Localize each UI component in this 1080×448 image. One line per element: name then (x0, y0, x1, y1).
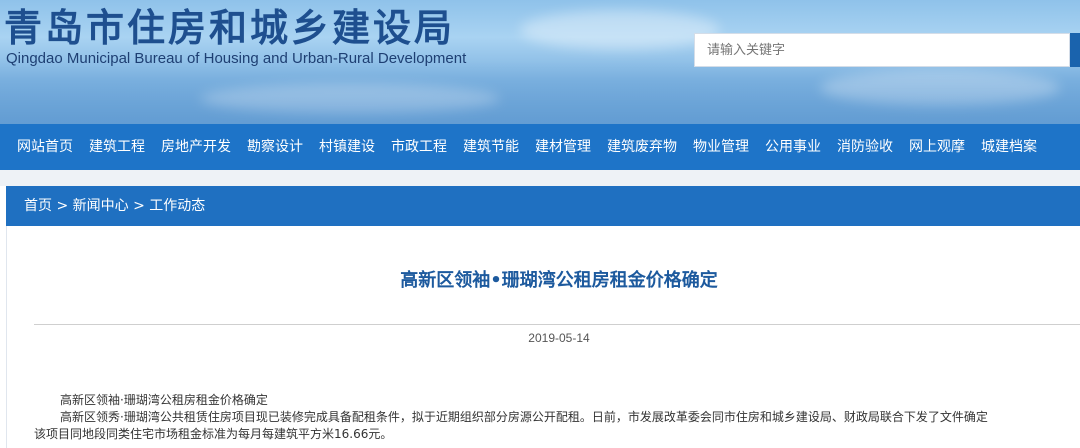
nav-item-survey-design[interactable]: 勘察设计 (238, 124, 310, 170)
nav-item-property-management[interactable]: 物业管理 (684, 124, 756, 170)
breadcrumb-bar: 首页 > 新闻中心 > 工作动态 (6, 186, 1080, 226)
nav-item-construction[interactable]: 建筑工程 (80, 124, 152, 170)
breadcrumb: 首页 > 新闻中心 > 工作动态 (24, 186, 205, 226)
breadcrumb-separator: > (52, 198, 73, 214)
article-paragraph: 高新区领袖·珊瑚湾公租房租金价格确定 (60, 393, 268, 407)
search-input[interactable] (694, 33, 1070, 67)
article-paragraph: 该项目同地段同类住宅市场租金标准为每月每建筑平方米16.66元。 (34, 427, 393, 441)
nav-item-real-estate[interactable]: 房地产开发 (152, 124, 238, 170)
nav-item-materials[interactable]: 建材管理 (526, 124, 598, 170)
nav-item-fire-acceptance[interactable]: 消防验收 (828, 124, 900, 170)
nav-item-public-utilities[interactable]: 公用事业 (756, 124, 828, 170)
nav-item-online-observation[interactable]: 网上观摩 (900, 124, 972, 170)
title-divider (34, 324, 1080, 325)
nav-item-village-construction[interactable]: 村镇建设 (310, 124, 382, 170)
article-date: 2019-05-14 (528, 331, 590, 345)
breadcrumb-home[interactable]: 首页 (24, 198, 52, 214)
site-subtitle: Qingdao Municipal Bureau of Housing and … (6, 50, 467, 67)
site-title[interactable]: 青岛市住房和城乡建设局 (4, 6, 455, 50)
search-button[interactable] (1070, 33, 1080, 67)
site-header: 青岛市住房和城乡建设局 Qingdao Municipal Bureau of … (0, 0, 1080, 124)
nav-item-home[interactable]: 网站首页 (0, 124, 80, 170)
header-sea-background (0, 60, 1080, 124)
breadcrumb-section[interactable]: 新闻中心 (73, 198, 129, 214)
article-body: 高新区领袖·珊瑚湾公租房租金价格确定 高新区领秀·珊瑚湾公共租赁住房项目现已装修… (34, 392, 1074, 443)
main-nav: 网站首页 建筑工程 房地产开发 勘察设计 村镇建设 市政工程 建筑节能 建材管理 建筑废弃物 物业… (0, 124, 1080, 170)
nav-item-municipal-engineering[interactable]: 市政工程 (382, 124, 454, 170)
nav-spacer (0, 170, 1080, 186)
article-paragraph: 高新区领秀·珊瑚湾公共租赁住房项目现已装修完成具备配租条件，拟于近期组织部分房源… (60, 410, 988, 424)
breadcrumb-current[interactable]: 工作动态 (149, 198, 205, 214)
breadcrumb-separator: > (128, 198, 150, 214)
nav-item-building-energy[interactable]: 建筑节能 (454, 124, 526, 170)
nav-item-construction-waste[interactable]: 建筑废弃物 (598, 124, 684, 170)
nav-item-urban-archives[interactable]: 城建档案 (972, 124, 1044, 170)
article-title: 高新区领袖•珊瑚湾公租房租金价格确定 (400, 270, 718, 291)
